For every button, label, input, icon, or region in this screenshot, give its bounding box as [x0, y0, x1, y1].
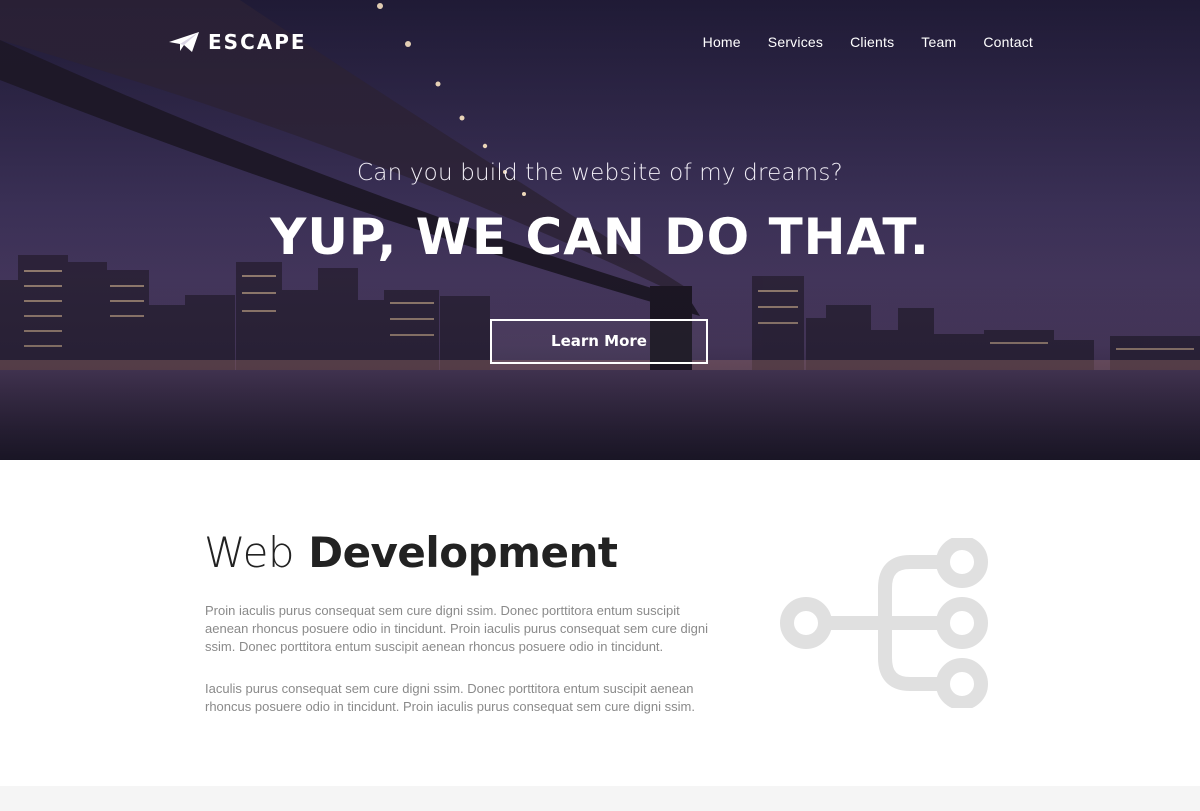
main-menu: Home Services Clients Team Contact [703, 34, 1033, 50]
section-title-light: Web [204, 528, 295, 577]
brand-name: ESCAPE [208, 30, 307, 54]
section-title: Web Development [204, 528, 618, 577]
nav-item-team[interactable]: Team [921, 34, 956, 50]
nav-item-clients[interactable]: Clients [850, 34, 894, 50]
page: ESCAPE Home Services Clients Team Contac… [0, 0, 1200, 811]
next-section-strip [0, 786, 1200, 811]
nav-item-services[interactable]: Services [768, 34, 823, 50]
nav-item-home[interactable]: Home [703, 34, 741, 50]
section-paragraph-2: Iaculis purus consequat sem cure digni s… [205, 681, 695, 714]
sitemap-tree-icon [780, 538, 988, 708]
brand-logo[interactable]: ESCAPE [168, 30, 307, 54]
web-development-section: Web Development Proin iaculis purus cons… [0, 460, 1200, 786]
nav-item-contact[interactable]: Contact [983, 34, 1033, 50]
section-title-bold: Development [308, 528, 618, 577]
hero-banner: ESCAPE Home Services Clients Team Contac… [0, 0, 1200, 460]
learn-more-button[interactable]: Learn More [490, 319, 708, 364]
paper-plane-icon [169, 32, 199, 52]
section-paragraph-1: Proin iaculis purus consequat sem cure d… [205, 603, 708, 654]
hero-headline: YUP, WE CAN DO THAT. [270, 208, 930, 266]
hero-subtitle: Can you build the website of my dreams? [357, 160, 843, 186]
top-navigation: ESCAPE Home Services Clients Team Contac… [0, 0, 1200, 88]
